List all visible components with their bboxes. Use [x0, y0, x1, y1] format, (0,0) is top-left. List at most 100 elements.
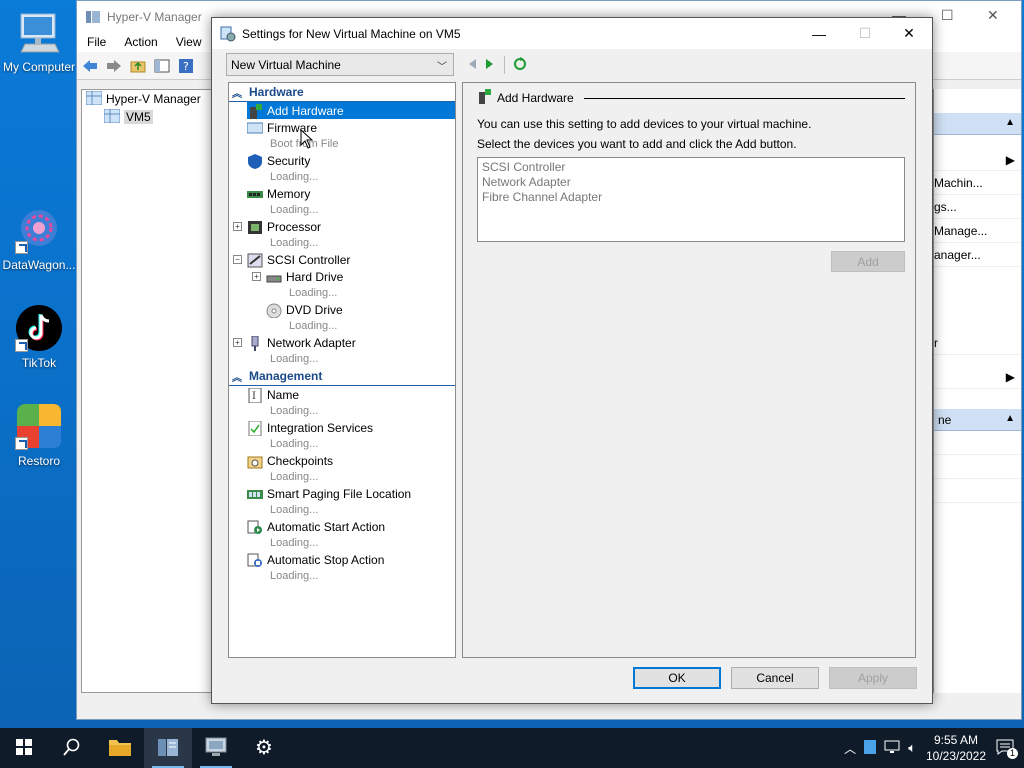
refresh-icon[interactable]	[513, 56, 527, 74]
expand-icon[interactable]: +	[233, 222, 242, 231]
vm-select-dropdown[interactable]: New Virtual Machine ﹀	[226, 53, 454, 76]
maximize-icon[interactable]: ☐	[941, 7, 954, 24]
item-status: Loading...	[270, 471, 319, 483]
device-option[interactable]: Fibre Channel Adapter	[482, 190, 900, 205]
actions-section-header-vm[interactable]: ne ▲	[934, 409, 1021, 431]
panel-heading: Add Hardware	[477, 89, 905, 107]
collapse-up-icon[interactable]: ▲	[1005, 117, 1015, 128]
item-status: Loading...	[270, 405, 319, 417]
taskbar-settings[interactable]: ⚙	[240, 728, 288, 768]
settings-item-firmware[interactable]: Firmware Boot from File	[229, 119, 455, 152]
action-item[interactable]: Machin...	[934, 171, 1021, 195]
notification-center-icon[interactable]: 1	[996, 739, 1018, 759]
action-item-blank[interactable]	[934, 431, 1021, 455]
collapse-up-icon[interactable]: ▲	[1005, 413, 1015, 424]
settings-item-checkpoints[interactable]: Checkpoints Loading...	[229, 452, 455, 485]
taskbar-vm-connection[interactable]	[192, 728, 240, 768]
apply-button[interactable]: Apply	[829, 667, 917, 689]
hyperv-manager-icon	[157, 736, 179, 761]
system-tray: ︿ 🔈︎ 9:55 AM 10/23/2022 1	[844, 728, 1024, 768]
desktop-icon-restoro[interactable]: Restoro	[0, 402, 78, 468]
toolbar-separator	[504, 56, 505, 74]
taskbar-hyperv-manager[interactable]	[144, 728, 192, 768]
settings-item-scsi-controller[interactable]: − SCSI Controller	[229, 251, 455, 268]
hyperv-tray-icon[interactable]	[864, 739, 877, 757]
network-icon[interactable]	[884, 740, 900, 757]
up-folder-icon[interactable]	[129, 57, 147, 75]
collapse-chevrons-icon[interactable]: ︽	[231, 369, 243, 384]
settings-item-processor[interactable]: + Processor Loading...	[229, 218, 455, 251]
search-button[interactable]	[48, 728, 96, 768]
start-button[interactable]	[0, 728, 48, 768]
forward-icon[interactable]	[105, 57, 123, 75]
desktop-icon-my-computer[interactable]: My Computer	[0, 8, 78, 74]
clock[interactable]: 9:55 AM 10/23/2022	[924, 732, 988, 764]
help-icon[interactable]: ?	[177, 57, 195, 75]
server-icon	[103, 108, 121, 126]
add-button[interactable]: Add	[831, 251, 905, 272]
settings-item-add-hardware[interactable]: Add Hardware	[229, 102, 455, 119]
settings-item-automatic-start[interactable]: Automatic Start Action Loading...	[229, 518, 455, 551]
show-hide-tree-icon[interactable]	[153, 57, 171, 75]
action-item[interactable]: r	[934, 331, 1021, 355]
chevron-up-icon[interactable]: ︿	[844, 740, 856, 757]
settings-item-memory[interactable]: Memory Loading...	[229, 185, 455, 218]
close-icon[interactable]: ✕	[987, 7, 999, 24]
minimize-icon[interactable]: —	[796, 18, 842, 49]
tree-item-hyperv-manager[interactable]: Hyper-V Manager	[82, 90, 214, 108]
actions-submenu-arrow[interactable]: ▶	[934, 149, 1021, 171]
desktop-icon-tiktok[interactable]: TikTok	[0, 304, 78, 370]
desktop-icon-datawagon[interactable]: DataWagon...	[0, 206, 78, 272]
menu-action[interactable]: Action	[124, 35, 157, 49]
expand-icon[interactable]: +	[233, 338, 242, 347]
action-item[interactable]: Manage...	[934, 219, 1021, 243]
action-item[interactable]: anager...	[934, 243, 1021, 267]
settings-item-integration-services[interactable]: Integration Services Loading...	[229, 419, 455, 452]
ok-button[interactable]: OK	[633, 667, 721, 689]
hard-drive-icon	[266, 270, 282, 285]
desktop-icon-label: Restoro	[17, 454, 61, 468]
section-header-hardware[interactable]: ︽ Hardware	[229, 83, 455, 102]
previous-icon[interactable]	[466, 58, 478, 73]
action-item-blank[interactable]	[934, 455, 1021, 479]
tree-item-vm5[interactable]: VM5	[82, 108, 214, 126]
menu-view[interactable]: View	[176, 35, 202, 49]
cancel-button[interactable]: Cancel	[731, 667, 819, 689]
dvd-icon	[266, 303, 282, 319]
action-item[interactable]: gs...	[934, 195, 1021, 219]
actions-submenu-arrow[interactable]: ▶	[934, 365, 1021, 389]
menu-file[interactable]: File	[87, 35, 106, 49]
settings-item-network-adapter[interactable]: + Network Adapter Loading...	[229, 334, 455, 367]
device-option[interactable]: SCSI Controller	[482, 160, 900, 175]
item-status: Loading...	[289, 287, 338, 299]
settings-item-security[interactable]: Security Loading...	[229, 152, 455, 185]
device-listbox[interactable]: SCSI Controller Network Adapter Fibre Ch…	[477, 157, 905, 242]
settings-item-automatic-stop[interactable]: Automatic Stop Action Loading...	[229, 551, 455, 584]
integration-services-icon	[247, 420, 263, 437]
collapse-icon[interactable]: −	[233, 255, 242, 264]
settings-item-smart-paging[interactable]: Smart Paging File Location Loading...	[229, 485, 455, 518]
item-status: Boot from File	[270, 138, 339, 150]
checkpoint-icon	[247, 454, 263, 469]
device-option[interactable]: Network Adapter	[482, 175, 900, 190]
taskbar-file-explorer[interactable]	[96, 728, 144, 768]
actions-section-header[interactable]: ▲	[934, 113, 1021, 135]
item-status: Loading...	[270, 204, 319, 216]
tiktok-icon	[15, 304, 63, 352]
close-icon[interactable]: ✕	[886, 18, 932, 49]
maximize-icon: ☐	[858, 25, 872, 41]
action-item-blank[interactable]	[934, 479, 1021, 503]
volume-icon[interactable]: 🔈︎	[908, 740, 916, 756]
item-label: SCSI Controller	[267, 252, 351, 267]
vm-connection-icon	[204, 736, 228, 761]
expand-icon[interactable]: +	[252, 272, 261, 281]
section-header-management[interactable]: ︽ Management	[229, 367, 455, 386]
collapse-chevrons-icon[interactable]: ︽	[231, 85, 243, 100]
item-status: Loading...	[270, 504, 319, 516]
settings-item-name[interactable]: I Name Loading...	[229, 386, 455, 419]
settings-item-hard-drive[interactable]: + Hard Drive Loading...	[229, 268, 455, 301]
back-icon[interactable]	[81, 57, 99, 75]
next-icon[interactable]	[484, 58, 496, 73]
item-status: Loading...	[270, 438, 319, 450]
settings-item-dvd-drive[interactable]: DVD Drive Loading...	[229, 301, 455, 334]
